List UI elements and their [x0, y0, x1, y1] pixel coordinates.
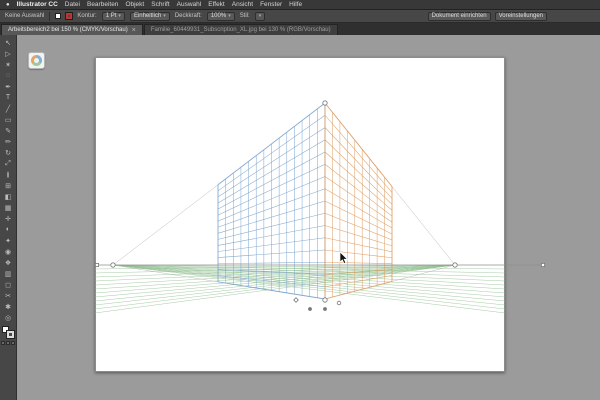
menu-items: Datei Bearbeiten Objekt Schrift Auswahl Effek…	[65, 1, 302, 8]
brush-value: Einheitlich	[133, 13, 162, 19]
graph-tool-icon[interactable]: ▥	[1, 268, 16, 279]
style-label: Stil:	[239, 13, 250, 19]
tab-title: Arbeitsbereich2 bei 150 % (CMYK/Vorschau…	[8, 27, 128, 33]
tab-title: Familie_60449931_Subscription_XL.jpg bei…	[150, 27, 331, 33]
artboard[interactable]	[95, 57, 505, 372]
lasso-tool-icon[interactable]: ◌	[1, 70, 16, 81]
apple-icon[interactable]: ●	[6, 2, 10, 8]
menu-datei[interactable]: Datei	[65, 1, 80, 8]
chevron-down-icon: ▾	[258, 13, 262, 19]
artboard-tool-icon[interactable]: ◻	[1, 279, 16, 290]
blend-tool-icon[interactable]: ◉	[1, 246, 16, 257]
magic-wand-tool-icon[interactable]: ✶	[1, 59, 16, 70]
scale-tool-icon[interactable]: ⤢	[1, 158, 16, 169]
app-title: Illustrator CC	[16, 1, 58, 8]
brush-select[interactable]: Einheitlich ▾	[129, 11, 170, 21]
stroke-label: Kontur:	[77, 13, 97, 19]
rotate-tool-icon[interactable]: ↻	[1, 147, 16, 158]
selection-status-label: Keine Auswahl	[5, 13, 45, 19]
symbol-sprayer-tool-icon[interactable]: ❖	[1, 257, 16, 268]
draw-mode-buttons	[1, 341, 15, 345]
document-setup-button[interactable]: Dokument einrichten	[427, 11, 491, 21]
opacity-value: 100%	[210, 13, 227, 19]
free-transform-tool-icon[interactable]: ⊞	[1, 180, 16, 191]
hand-tool-icon[interactable]: ✱	[1, 301, 16, 312]
menu-bearbeiten[interactable]: Bearbeiten	[87, 1, 118, 8]
plane-switching-orb-icon[interactable]	[31, 55, 42, 66]
style-select[interactable]: ▾	[254, 11, 266, 21]
tab-document-inactive[interactable]: Familie_60449931_Subscription_XL.jpg bei…	[143, 24, 338, 35]
menu-ansicht[interactable]: Ansicht	[232, 1, 253, 8]
width-tool-icon[interactable]: ≬	[1, 169, 16, 180]
document-tab-bar: Arbeitsbereich2 bei 150 % (CMYK/Vorschau…	[0, 23, 600, 35]
tab-document-active[interactable]: Arbeitsbereich2 bei 150 % (CMYK/Vorschau…	[1, 24, 143, 35]
opacity-label: Deckkraft:	[174, 13, 202, 19]
menu-effekt[interactable]: Effekt	[208, 1, 225, 8]
line-segment-tool-icon[interactable]: ╱	[1, 103, 16, 114]
direct-selection-tool-icon[interactable]: ▷	[1, 48, 16, 59]
draw-inside-button[interactable]	[11, 341, 15, 345]
fill-swatch[interactable]	[55, 13, 62, 19]
zoom-tool-icon[interactable]: ◎	[1, 312, 16, 323]
perspective-grid-tool-icon[interactable]: ▦	[1, 202, 16, 213]
menu-fenster[interactable]: Fenster	[260, 1, 282, 8]
rectangle-tool-icon[interactable]: ▭	[1, 114, 16, 125]
close-icon[interactable]: ×	[132, 27, 136, 34]
menu-schrift[interactable]: Schrift	[151, 1, 169, 8]
tools-panel: ↖ ▷ ✶ ◌ ✒ T ╱ ▭ ✎ ✏ ↻ ⤢ ≬ ⊞ ◧ ▦ ✛ ◐ ✦ ◉ ❖ ▥ ◻ ✂ ✱ ◎	[0, 35, 17, 400]
stroke-weight-select[interactable]: 1 Pt ▾	[101, 11, 125, 21]
draw-normal-button[interactable]	[1, 341, 5, 345]
preferences-button[interactable]: Voreinstellungen	[494, 11, 547, 21]
control-bar-right: Dokument einrichten Voreinstellungen	[427, 11, 547, 21]
stroke-swatch[interactable]	[65, 12, 74, 20]
type-tool-icon[interactable]: T	[1, 92, 16, 103]
mouse-cursor-icon	[339, 251, 349, 264]
selection-tool-icon[interactable]: ↖	[1, 37, 16, 48]
chevron-down-icon: ▾	[118, 13, 121, 19]
menu-auswahl[interactable]: Auswahl	[177, 1, 202, 8]
divider	[49, 11, 51, 21]
paintbrush-tool-icon[interactable]: ✎	[1, 125, 16, 136]
control-bar: Keine Auswahl Kontur: 1 Pt ▾ Einheitlich…	[0, 10, 600, 23]
menu-bar: ● Illustrator CC Datei Bearbeiten Objekt Sc…	[0, 0, 600, 10]
stroke-weight-value: 1 Pt	[105, 13, 117, 19]
mesh-tool-icon[interactable]: ✛	[1, 213, 16, 224]
grid-handle-square[interactable]	[541, 262, 546, 267]
menu-hilfe[interactable]: Hilfe	[289, 1, 302, 8]
plane-switching-widget[interactable]	[28, 52, 45, 69]
draw-behind-button[interactable]	[6, 341, 10, 345]
eyedropper-tool-icon[interactable]: ✦	[1, 235, 16, 246]
pen-tool-icon[interactable]: ✒	[1, 81, 16, 92]
pencil-tool-icon[interactable]: ✏	[1, 136, 16, 147]
shape-builder-tool-icon[interactable]: ◧	[1, 191, 16, 202]
main-area: ↖ ▷ ✶ ◌ ✒ T ╱ ▭ ✎ ✏ ↻ ⤢ ≬ ⊞ ◧ ▦ ✛ ◐ ✦ ◉ ❖ ▥ ◻ ✂ ✱ ◎	[0, 35, 600, 400]
menu-objekt[interactable]: Objekt	[125, 1, 144, 8]
toolbar-color-swatches[interactable]	[2, 326, 15, 339]
stroke-color-swatch[interactable]	[6, 330, 15, 339]
slice-tool-icon[interactable]: ✂	[1, 290, 16, 301]
gradient-tool-icon[interactable]: ◐	[1, 224, 16, 235]
canvas-area[interactable]	[17, 35, 600, 400]
chevron-down-icon: ▾	[228, 13, 231, 19]
chevron-down-icon: ▾	[163, 13, 166, 19]
opacity-select[interactable]: 100% ▾	[206, 11, 235, 21]
